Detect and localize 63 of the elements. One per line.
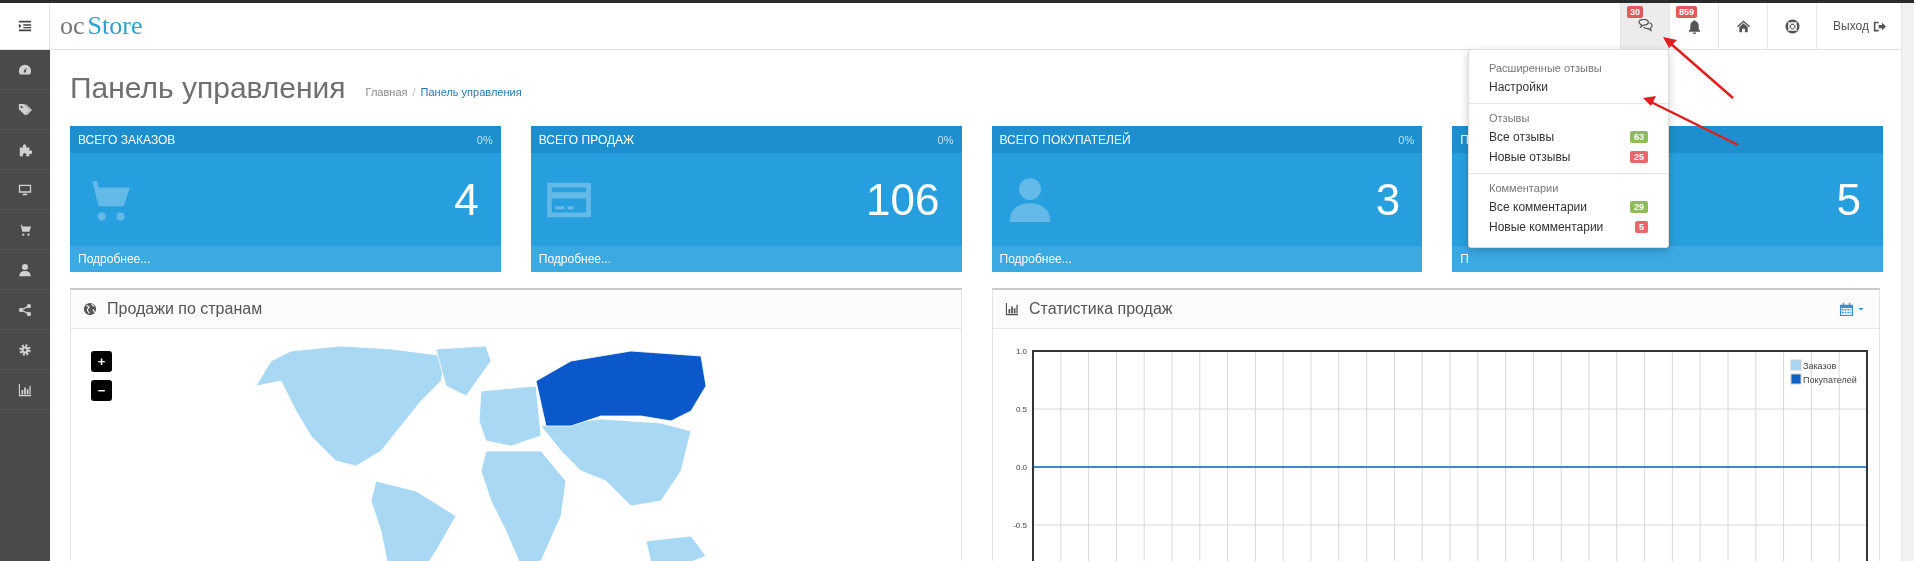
chat-bubbles-icon [1637,18,1653,34]
reviews-button[interactable]: 30 [1620,3,1669,49]
tile-title: П [1460,132,1469,147]
settings-icon [18,342,32,357]
page-title: Панель управления [70,71,346,105]
count-badge: 25 [1630,151,1648,163]
bar-chart-icon [18,382,32,397]
user-icon [18,262,32,277]
calendar-icon [1839,301,1854,317]
logo-name: Store [87,11,143,41]
menu-icon [17,19,32,33]
menu-heading: Расширенные отзывы [1488,61,1603,76]
cart-icon [18,222,32,237]
monitor-icon [18,182,32,197]
menu-item[interactable]: Новые комментарии 5 [1469,217,1668,237]
y-tick-label: 0.5 [1015,405,1027,414]
menu-item[interactable]: Все отзывы 63 [1469,127,1668,147]
menu-heading: Отзывы [1488,111,1531,126]
tile-value: 5 [1836,174,1861,225]
scrollbar[interactable] [1901,3,1914,561]
tags-icon [18,102,32,117]
tile-title: ВСЕГО ЗАКАЗОВ [78,132,176,147]
count-badge: 30 [1627,6,1643,18]
tile-percent: 0% [476,133,493,146]
zoom-out-button[interactable]: − [91,380,112,401]
annotation-arrow [1663,37,1734,99]
panel-title: Статистика продаж [1029,300,1173,318]
menu-item[interactable]: Настройки [1469,77,1668,97]
logout-icon [1872,19,1886,33]
bar-chart-icon [1005,302,1019,316]
menu-item[interactable]: Все комментарии 29 [1469,197,1668,217]
logo-prefix: oc [60,11,85,41]
legend-label: Покупателей [1803,375,1857,385]
tile-title: ВСЕГО ПРОДАЖ [538,132,635,147]
menu-item[interactable]: Новые отзывы 25 [1469,147,1668,167]
bell-icon [1686,18,1702,34]
count-badge: 859 [1676,6,1698,18]
count-badge: 5 [1635,221,1648,233]
y-tick-label: 1.0 [1015,347,1027,356]
panel-title: Продажи по странам [107,300,263,318]
tile-value: 106 [866,174,940,225]
zoom-in-button[interactable]: + [91,351,112,372]
globe-icon [83,302,97,316]
breadcrumb-separator: / [412,86,416,98]
y-tick-label: 0.0 [1015,463,1027,472]
tile-title: ВСЕГО ПОКУПАТЕЛЕЙ [999,132,1131,147]
tile-value: 4 [454,174,479,225]
puzzle-icon [18,142,32,157]
count-badge: 63 [1630,131,1648,143]
breadcrumb-link[interactable]: Панель управления [420,86,522,98]
y-tick-label: -0.5 [1013,521,1027,530]
lifebuoy-icon [1784,18,1800,34]
count-badge: 29 [1630,201,1648,213]
dashboard-icon [18,62,32,77]
menu-heading: Комментарии [1488,181,1560,196]
breadcrumb-link[interactable]: Главная [365,86,408,98]
caret-icon [1857,305,1865,313]
tile-percent: 0% [1398,133,1415,146]
legend-label: Заказов [1803,361,1837,371]
tile-percent: 0% [937,133,954,146]
share-icon [18,302,32,317]
home-icon [1735,18,1751,34]
tile-value: 3 [1375,174,1401,225]
